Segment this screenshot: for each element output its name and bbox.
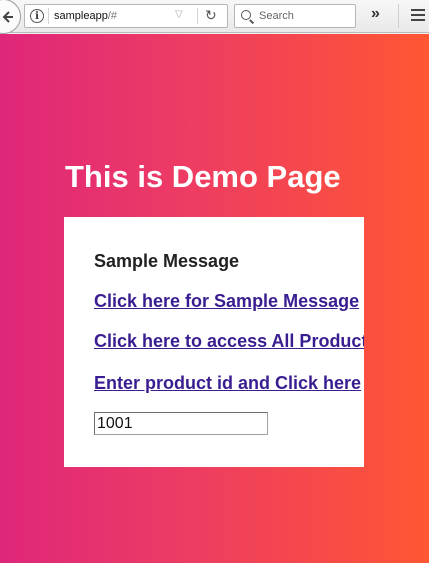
search-bar[interactable]: Search (234, 4, 356, 28)
back-button[interactable] (0, 0, 21, 34)
search-icon (241, 10, 251, 20)
hamburger-menu-icon[interactable] (411, 9, 425, 24)
url-dropdown-icon[interactable]: ▽ (175, 9, 183, 20)
toolbar-separator (398, 4, 399, 28)
back-arrow-icon (2, 10, 13, 23)
url-separator (48, 8, 49, 24)
sample-message-link[interactable]: Click here for Sample Message (94, 291, 359, 312)
url-bar[interactable]: i sampleapp/# ▽ ↻ (24, 4, 228, 28)
url-separator (197, 8, 198, 24)
overflow-chevron-icon[interactable]: » (371, 5, 380, 23)
sample-message: Sample Message (94, 251, 240, 271)
reload-icon[interactable]: ↻ (205, 7, 217, 24)
search-input[interactable]: Search (259, 10, 294, 22)
content-card: Sample Message Click here for Sample Mes… (64, 217, 364, 467)
all-products-link[interactable]: Click here to access All Products (94, 331, 364, 352)
url-host: sampleapp (54, 10, 108, 22)
product-id-input[interactable] (94, 412, 268, 435)
page-content: This is Demo Page Sample Message Click h… (0, 34, 429, 563)
browser-toolbar: i sampleapp/# ▽ ↻ Search » (0, 0, 429, 34)
page-title: This is Demo Page (65, 159, 341, 194)
url-path: /# (107, 10, 118, 22)
product-id-link[interactable]: Enter product id and Click here (94, 373, 361, 394)
url-text[interactable]: sampleapp/# (54, 10, 117, 22)
info-icon[interactable]: i (30, 9, 44, 23)
